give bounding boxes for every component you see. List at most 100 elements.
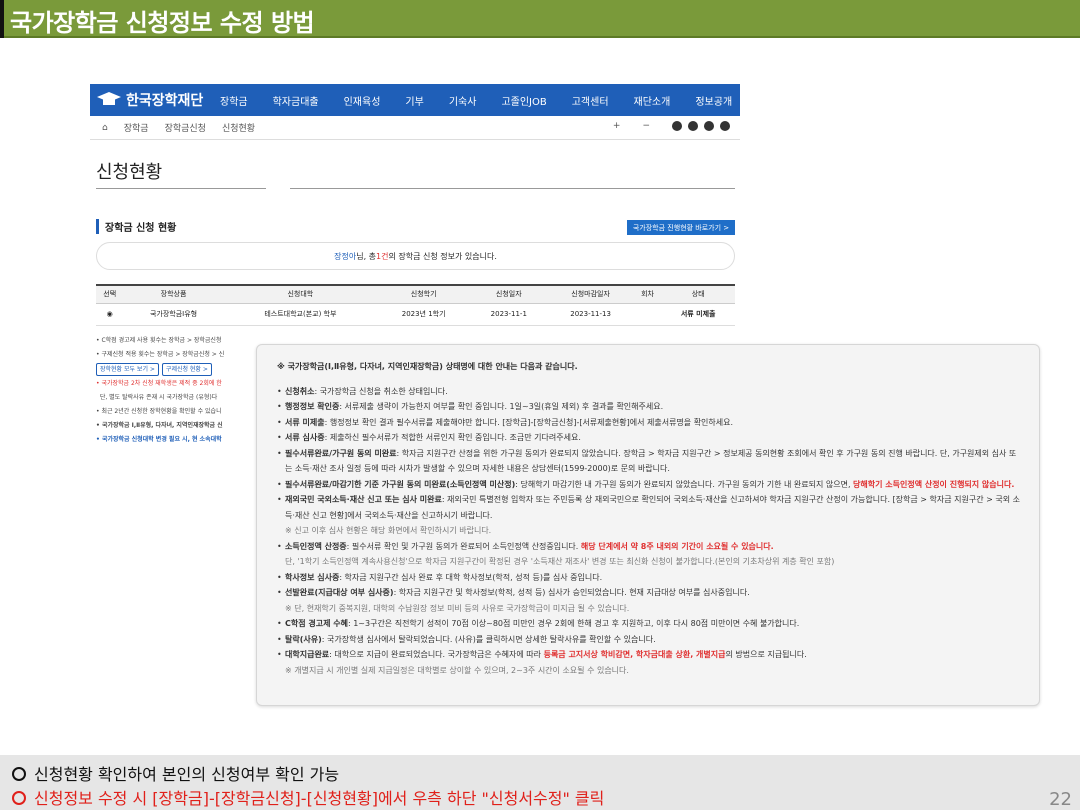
table-cell: 서류 미제출 — [661, 303, 735, 326]
status-item: 학사정보 심사중: 학자금 지원구간 심사 완료 후 대학 학사정보(학적, 성… — [277, 570, 1023, 586]
twitter-icon[interactable] — [704, 121, 714, 131]
section-title: 장학금 신청 현황 — [96, 219, 176, 234]
status-label: 필수서류완료/가구원 동의 미완료 — [285, 448, 397, 458]
note-buttons: 장학현황 모두 보기 > 구제신청 현황 > — [96, 363, 258, 376]
zoom-in-icon[interactable]: + — [613, 121, 621, 131]
status-label: C학점 경고제 수혜 — [285, 619, 348, 628]
breadcrumb-2[interactable]: 장학금신청 — [165, 121, 206, 134]
menu-item[interactable]: 기부 — [405, 93, 423, 108]
column-header: 회차 — [633, 284, 662, 304]
page-tools: + − — [613, 121, 730, 131]
breadcrumb: ⌂ 장학금 장학금신청 신청현황 + − — [90, 116, 740, 140]
status-label: 선발완료(지급대상 여부 심사중) — [285, 588, 394, 597]
status-text: : 당해학기 마감기한 내 가구원 동의가 완료되지 않았습니다. 가구원 동의… — [515, 479, 854, 489]
breadcrumb-3[interactable]: 신청현황 — [222, 121, 255, 134]
bottom-note-bar: 신청현황 확인하여 본인의 신청여부 확인 가능 신청정보 수정 시 [장학금]… — [0, 755, 1080, 810]
note-6: • 국가장학금 Ⅰ,Ⅱ유형, 다자녀, 지역인재장학금 신 — [96, 422, 223, 429]
status-item: 필수서류완료/가구원 동의 미완료: 학자금 지원구간 산정을 위한 가구원 동… — [277, 446, 1023, 477]
table-cell: 2023-11-1 — [470, 303, 548, 326]
status-label: 재외국민 국외소득·재산 신고 또는 심사 미완료 — [285, 495, 442, 504]
page-number: 22 — [1049, 789, 1072, 810]
column-header: 신청마감일자 — [547, 284, 634, 304]
status-guide-popup: ※ 국가장학금(Ⅰ,Ⅱ유형, 다자녀, 지역인재장학금) 상태명에 대한 안내는… — [256, 344, 1040, 706]
menu-item[interactable]: 고졸인JOB — [501, 93, 546, 108]
status-label: 대학지급완료 — [285, 650, 330, 659]
status-item: 선발완료(지급대상 여부 심사중): 학자금 지원구간 및 학사정보(학적, 성… — [277, 585, 1023, 601]
notice-user: 장정아 — [334, 251, 357, 261]
status-text: : 필수서류 확인 및 가구원 동의가 완료되어 소득인정액 산정중입니다. — [346, 541, 581, 551]
status-text: : 서류제출 생략이 가능한지 여부를 확인 중입니다. 1일~3일(휴일 제외… — [339, 402, 664, 411]
relief-status-button[interactable]: 구제신청 현황 > — [161, 363, 212, 376]
notice-count: 1건 — [376, 251, 389, 261]
table-header-row: 선택 장학상품 신청대학 신청학기 신청일자 신청마감일자 회차 상태 — [96, 284, 735, 304]
print-icon[interactable] — [672, 121, 682, 131]
status-item: 신청취소: 국가장학금 신청을 취소한 상태입니다. — [277, 384, 1023, 400]
website-screenshot: 한국장학재단 장학금 학자금대출 인재육성 기부 기숙사 고졸인JOB 고객센터 재단소개 정보… — [90, 84, 740, 344]
column-header: 신청대학 — [223, 284, 378, 304]
menu-item[interactable]: 인재육성 — [344, 93, 381, 108]
menu-item[interactable]: 학자금대출 — [273, 93, 319, 108]
status-highlight: 등록금 고지서상 학비감면, 학자금대출 상환, 개별지급 — [543, 650, 726, 659]
menu-item[interactable]: 고객센터 — [572, 93, 609, 108]
table-cell: 2023년 1학기 — [377, 303, 471, 326]
bottom-line-2: 신청정보 수정 시 [장학금]-[장학금신청]-[신청현황]에서 우측 하단 "… — [12, 785, 604, 809]
go-progress-button[interactable]: 국가장학금 진행현황 바로가기 > — [627, 220, 735, 235]
status-label: 행정정보 확인중 — [285, 402, 340, 411]
status-label: 학사정보 심사중 — [285, 572, 340, 582]
circle-bullet-icon — [12, 791, 26, 805]
menu-item[interactable]: 장학금 — [220, 93, 248, 108]
site-logo[interactable]: 한국장학재단 — [96, 88, 203, 112]
table-cell: 테스트대학교(본교) 학부 — [223, 303, 378, 326]
menu-item[interactable]: 정보공개 — [695, 93, 732, 108]
menu-item[interactable]: 기숙사 — [449, 93, 477, 108]
status-subnote: ※ 개별지급 시 개인별 실제 지급일정은 대학별로 상이할 수 있으며, 2~… — [285, 665, 629, 675]
status-item: 필수서류완료/마감기한 기준 가구원 동의 미완료(소득인정액 미산정): 당해… — [277, 477, 1023, 493]
status-highlight: 해당 단계에서 약 8주 내외의 기간이 소요될 수 있습니다. — [580, 541, 774, 551]
status-text: : 행정정보 확인 결과 필수서류를 제출해야만 합니다. [장학금]-[장학금… — [324, 417, 734, 427]
logo-text: 한국장학재단 — [126, 93, 204, 109]
popup-heading: ※ 국가장학금(Ⅰ,Ⅱ유형, 다자녀, 지역인재장학금) 상태명에 대한 안내는… — [277, 362, 578, 371]
notice-tail: 의 장학금 신청 정보가 있습니다. — [388, 251, 497, 261]
blog-icon[interactable] — [720, 121, 730, 131]
status-text: : 학자금 지원구간 및 학사정보(학적, 성적 등) 심사가 승인되었습니다.… — [393, 588, 750, 597]
site-nav-bar: 한국장학재단 장학금 학자금대출 인재육성 기부 기숙사 고졸인JOB 고객센터 재단소개 정보… — [90, 84, 740, 116]
note-3: • 국가장학금 2차 신청 재학생은 제적 중 2회에 한 — [96, 380, 222, 387]
table-cell: 2023-11-13 — [547, 303, 634, 326]
application-count-notice: 장정아 님, 총 1건 의 장학금 신청 정보가 있습니다. — [96, 242, 735, 270]
note-5: • 최근 2년간 신청한 장학현황을 확인할 수 있습니 — [96, 408, 222, 415]
column-header: 신청일자 — [470, 284, 548, 304]
bottom-line-1: 신청현황 확인하여 본인의 신청여부 확인 가능 — [12, 761, 339, 785]
facebook-icon[interactable] — [688, 121, 698, 131]
status-item: 재외국민 국외소득·재산 신고 또는 심사 미완료: 재외국민 특별전형 입학자… — [277, 492, 1023, 523]
status-tail: 의 방법으로 지급됩니다. — [725, 650, 807, 659]
column-header: 선택 — [96, 284, 124, 304]
column-header: 상태 — [661, 284, 735, 304]
menu-item[interactable]: 재단소개 — [634, 93, 671, 108]
status-label: 서류 심사중 — [285, 433, 325, 442]
select-radio[interactable]: ◉ — [96, 303, 124, 326]
slide-title-bar: 국가장학금 신청정보 수정 방법 — [0, 0, 1080, 38]
slide-title: 국가장학금 신청정보 수정 방법 — [0, 0, 315, 38]
column-header: 신청학기 — [377, 284, 471, 304]
status-item: 탈락(사유): 국가장학생 심사에서 탈락되었습니다. (사유)를 클릭하시면 … — [277, 632, 1023, 648]
note-2: • 구제신청 적용 횟수는 장학금 > 장학금신청 > 신 — [96, 351, 225, 358]
left-notes: • C학점 경고제 사용 횟수는 장학금 > 장학금신청 • 구제신청 적용 횟… — [96, 334, 258, 447]
note-7: • 국가장학금 신청대학 변경 필요 시, 현 소속대학 — [96, 436, 222, 443]
zoom-out-icon[interactable]: − — [642, 121, 650, 131]
note-1: • C학점 경고제 사용 횟수는 장학금 > 장학금신청 — [96, 337, 222, 344]
column-header: 장학상품 — [123, 284, 224, 304]
status-label: 소득인정액 산정중 — [285, 541, 347, 551]
status-item: C학점 경고제 수혜: 1~3구간은 직전학기 성적이 70점 이상~80점 미… — [277, 616, 1023, 632]
home-icon[interactable]: ⌂ — [102, 123, 108, 133]
all-scholarship-button[interactable]: 장학현황 모두 보기 > — [96, 363, 159, 376]
status-item: 서류 심사중: 제출하신 필수서류가 적합한 서류인지 확인 중입니다. 조금만… — [277, 430, 1023, 446]
status-text: : 대학으로 지급이 완료되었습니다. 국가장학금은 수혜자에 따라 — [329, 650, 544, 659]
status-item: 서류 미제출: 행정정보 확인 결과 필수서류를 제출해야만 합니다. [장학금… — [277, 415, 1023, 431]
graduation-cap-icon — [97, 92, 121, 105]
note-4: 단, 별도 탈락사유 존재 시 국가장학금 (유형)다 — [99, 394, 218, 401]
breadcrumb-1[interactable]: 장학금 — [124, 121, 149, 134]
status-label: 탈락(사유) — [285, 634, 322, 644]
status-subnote: ※ 단, 현재학기 중복지원, 대학의 수납원장 정보 미비 등의 사유로 국가… — [285, 603, 630, 613]
status-text: : 1~3구간은 직전학기 성적이 70점 이상~80점 미만인 경우 2회에 … — [347, 619, 800, 628]
status-label: 신청취소 — [285, 386, 315, 396]
